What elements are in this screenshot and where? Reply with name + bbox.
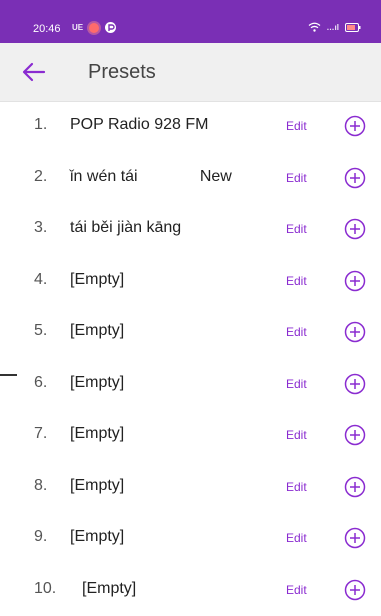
preset-number: 8.: [34, 477, 47, 495]
plus-circle-icon[interactable]: [344, 373, 366, 395]
plus-circle-icon[interactable]: [344, 527, 366, 549]
plus-circle-icon[interactable]: [344, 167, 366, 189]
app-bar: Presets: [0, 43, 381, 102]
preset-name[interactable]: tái běi jiàn kāng: [70, 219, 181, 237]
preset-list: 1. POP Radio 928 FM Edit 2. ǐn wén tái N…: [0, 101, 381, 616]
preset-row-3[interactable]: 3. tái běi jiàn kāng Edit: [0, 204, 381, 256]
preset-name[interactable]: [Empty]: [70, 374, 124, 392]
preset-number: 4.: [34, 271, 47, 289]
side-divider-mark: [0, 374, 17, 376]
status-left-icons: UE: [72, 22, 116, 33]
preset-name[interactable]: [Empty]: [70, 528, 124, 546]
edit-button[interactable]: Edit: [286, 428, 307, 442]
preset-row-10[interactable]: 10. [Empty] Edit: [0, 565, 381, 616]
edit-button[interactable]: Edit: [286, 583, 307, 597]
wifi-icon: [308, 22, 321, 32]
preset-row-9[interactable]: 9. [Empty] Edit: [0, 513, 381, 565]
preset-row-7[interactable]: 7. [Empty] Edit: [0, 410, 381, 462]
status-carrier-label: UE: [72, 23, 83, 32]
preset-row-2[interactable]: 2. ǐn wén tái New Edit: [0, 153, 381, 205]
preset-name[interactable]: ǐn wén tái New: [70, 168, 232, 186]
plus-circle-icon[interactable]: [344, 579, 366, 601]
edit-button[interactable]: Edit: [286, 171, 307, 185]
preset-row-5[interactable]: 5. [Empty] Edit: [0, 307, 381, 359]
status-bar: 20:46 UE …ıl: [0, 0, 381, 43]
status-time: 20:46: [33, 23, 61, 35]
status-right-icons: …ıl: [308, 22, 361, 32]
preset-number: 1.: [34, 116, 47, 134]
preset-row-1[interactable]: 1. POP Radio 928 FM Edit: [0, 101, 381, 153]
signal-label: …ıl: [327, 23, 339, 32]
preset-number: 3.: [34, 219, 47, 237]
preset-number: 6.: [34, 374, 47, 392]
preset-row-8[interactable]: 8. [Empty] Edit: [0, 462, 381, 514]
preset-name[interactable]: [Empty]: [82, 580, 136, 598]
preset-number: 7.: [34, 425, 47, 443]
edit-button[interactable]: Edit: [286, 377, 307, 391]
preset-row-6[interactable]: 6. [Empty] Edit: [0, 359, 381, 411]
plus-circle-icon[interactable]: [344, 218, 366, 240]
edit-button[interactable]: Edit: [286, 480, 307, 494]
preset-name[interactable]: [Empty]: [70, 271, 124, 289]
plus-circle-icon[interactable]: [344, 270, 366, 292]
notification-dot-icon: [89, 23, 99, 33]
back-button[interactable]: [22, 62, 46, 82]
plus-circle-icon[interactable]: [344, 321, 366, 343]
edit-button[interactable]: Edit: [286, 274, 307, 288]
p-circle-icon: [105, 22, 116, 33]
arrow-left-icon: [22, 62, 46, 82]
preset-name[interactable]: POP Radio 928 FM: [70, 116, 208, 134]
preset-name[interactable]: [Empty]: [70, 425, 124, 443]
preset-row-4[interactable]: 4. [Empty] Edit: [0, 256, 381, 308]
page-title: Presets: [88, 61, 156, 84]
preset-number: 9.: [34, 528, 47, 546]
preset-number: 5.: [34, 322, 47, 340]
preset-number: 2.: [34, 168, 47, 186]
edit-button[interactable]: Edit: [286, 119, 307, 133]
preset-name[interactable]: [Empty]: [70, 322, 124, 340]
edit-button[interactable]: Edit: [286, 325, 307, 339]
battery-icon: [345, 23, 361, 32]
plus-circle-icon[interactable]: [344, 115, 366, 137]
preset-number: 10.: [34, 580, 56, 598]
edit-button[interactable]: Edit: [286, 531, 307, 545]
edit-button[interactable]: Edit: [286, 222, 307, 236]
plus-circle-icon[interactable]: [344, 424, 366, 446]
plus-circle-icon[interactable]: [344, 476, 366, 498]
preset-name[interactable]: [Empty]: [70, 477, 124, 495]
